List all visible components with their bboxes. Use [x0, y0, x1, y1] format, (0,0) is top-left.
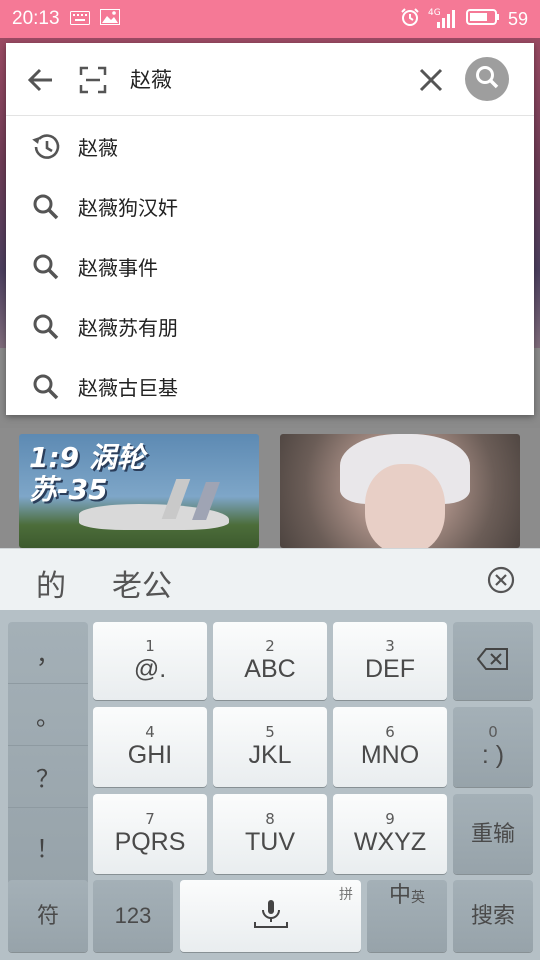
search-action-key[interactable]: 搜索	[453, 880, 533, 952]
suggestion-text: 赵薇苏有朋	[78, 315, 178, 340]
portrait-face	[365, 464, 445, 548]
alarm-icon	[400, 7, 420, 31]
video-card-jet[interactable]: 1:9 涡轮 苏-35	[19, 434, 259, 548]
key-number: 2	[265, 637, 275, 655]
search-icon	[30, 311, 62, 343]
key-4[interactable]: 4 GHI	[93, 707, 207, 787]
backspace-key[interactable]	[453, 622, 533, 700]
key-label: 中	[388, 882, 411, 907]
image-notification-icon	[99, 9, 120, 29]
space-voice-key[interactable]: 拼	[180, 880, 361, 952]
key-label: 符	[36, 903, 59, 928]
search-bar: 赵薇	[6, 43, 534, 116]
key-7[interactable]: 7 PQRS	[93, 794, 207, 874]
search-panel: 赵薇 赵薇 赵薇狗汉奸 赵薇事件 赵薇苏有朋 赵薇古巨基	[6, 43, 534, 415]
battery-percent: 59	[507, 8, 528, 29]
key-label: DEF	[365, 655, 415, 683]
status-time: 20:13	[12, 8, 60, 29]
back-arrow-icon[interactable]	[26, 65, 56, 95]
search-icon	[30, 371, 62, 403]
suggestion-item[interactable]: 赵薇狗汉奸	[6, 176, 534, 236]
close-circle-icon[interactable]	[486, 565, 516, 595]
key-label: 123	[114, 903, 152, 928]
status-bar: 20:13 4G 59	[0, 0, 540, 38]
key-number: 8	[265, 810, 275, 828]
key-label: @.	[133, 655, 167, 683]
punct-exclaim-key[interactable]: ！	[8, 808, 88, 884]
key-0[interactable]: 0 : )	[453, 707, 533, 787]
key-label: TUV	[245, 828, 295, 856]
suggestion-item[interactable]: 赵薇苏有朋	[6, 296, 534, 356]
key-label: 搜索	[470, 903, 515, 928]
key-number: 7	[145, 810, 155, 828]
key-label: : )	[481, 741, 505, 769]
suggestion-list: 赵薇 赵薇狗汉奸 赵薇事件 赵薇苏有朋 赵薇古巨基	[6, 116, 534, 416]
key-6[interactable]: 6 MNO	[333, 707, 447, 787]
key-label: 重输	[470, 821, 515, 846]
search-input[interactable]: 赵薇	[130, 65, 172, 95]
punctuation-column: ， 。 ？ ！	[8, 622, 88, 884]
signal-icon: 4G	[428, 9, 458, 29]
key-1[interactable]: 1 @.	[93, 622, 207, 700]
video-card-cosplay[interactable]	[280, 434, 520, 548]
candidate-word[interactable]: 的	[36, 561, 66, 605]
scan-icon[interactable]	[78, 65, 108, 95]
microphone-icon	[251, 898, 291, 934]
language-toggle-key[interactable]: 中 英	[367, 880, 447, 952]
key-9[interactable]: 9 WXYZ	[333, 794, 447, 874]
key-2[interactable]: 2 ABC	[213, 622, 327, 700]
suggestion-item[interactable]: 赵薇	[6, 116, 534, 176]
key-5[interactable]: 5 JKL	[213, 707, 327, 787]
key-number: 0	[488, 723, 498, 741]
key-sublabel: 英	[411, 890, 425, 906]
key-label: GHI	[127, 741, 173, 769]
key-number: 4	[145, 723, 155, 741]
punct-question-key[interactable]: ？	[8, 746, 88, 808]
search-icon	[30, 191, 62, 223]
search-icon	[30, 251, 62, 283]
key-label: ABC	[244, 655, 296, 683]
key-label: WXYZ	[353, 828, 427, 856]
ime-candidate-bar: 的 老公	[0, 548, 540, 610]
backspace-icon	[476, 648, 509, 674]
punct-comma-key[interactable]: ，	[8, 622, 88, 684]
key-3[interactable]: 3 DEF	[333, 622, 447, 700]
ime-keyboard: ， 。 ？ ！ 1 @. 2 ABC 3 DEF 4 GHI 5 JKL 6 M…	[0, 610, 540, 960]
suggestion-text: 赵薇	[78, 135, 118, 160]
symbol-key[interactable]: 符	[8, 880, 88, 952]
key-number: 3	[385, 637, 395, 655]
card-title-text: 1:9 涡轮 苏-35	[29, 441, 145, 506]
key-label: PQRS	[114, 828, 186, 856]
punct-period-key[interactable]: 。	[8, 684, 88, 746]
key-label: JKL	[248, 741, 292, 769]
suggestion-item[interactable]: 赵薇事件	[6, 236, 534, 296]
suggestion-text: 赵薇狗汉奸	[78, 195, 178, 220]
candidate-word[interactable]: 老公	[112, 561, 172, 605]
retype-key[interactable]: 重输	[453, 794, 533, 874]
suggestion-text: 赵薇事件	[78, 255, 158, 280]
key-number: 9	[385, 810, 395, 828]
numeric-key[interactable]: 123	[93, 880, 173, 952]
key-label: MNO	[360, 741, 420, 769]
key-number: 1	[145, 637, 155, 655]
clear-icon[interactable]	[416, 65, 446, 95]
keyboard-notification-icon	[69, 10, 90, 29]
battery-icon	[465, 8, 500, 30]
key-8[interactable]: 8 TUV	[213, 794, 327, 874]
suggestion-item[interactable]: 赵薇古巨基	[6, 356, 534, 416]
key-number: 6	[385, 723, 395, 741]
key-number: 5	[265, 723, 275, 741]
pinyin-tag: 拼	[339, 887, 353, 903]
history-icon	[30, 131, 62, 163]
search-button[interactable]	[465, 57, 509, 101]
search-icon	[474, 64, 500, 94]
suggestion-text: 赵薇古巨基	[78, 375, 178, 400]
